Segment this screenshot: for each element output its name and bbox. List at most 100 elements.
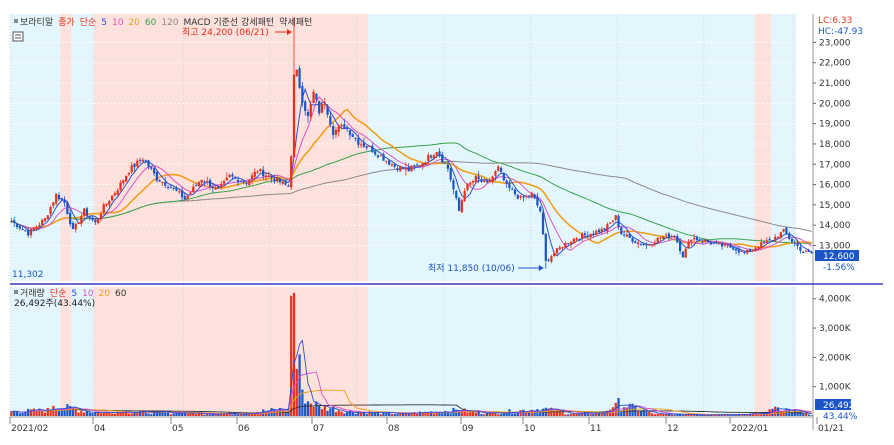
panel-menu-icon[interactable] — [12, 31, 24, 42]
volume-bar — [519, 410, 522, 416]
chart-canvas[interactable]: 13,000 14,000 15,000 16,000 17,000 18,000 19,0… — [0, 0, 894, 441]
candle-body — [673, 236, 676, 238]
candle-body — [111, 195, 114, 201]
volume-bar — [312, 406, 315, 416]
volume-legend-entry: 10 — [82, 289, 94, 299]
candle-body — [166, 187, 170, 189]
candle-body — [250, 175, 254, 180]
candle-body — [46, 215, 49, 219]
candle-body — [222, 181, 226, 184]
candle-body — [737, 249, 740, 253]
candle-body — [150, 166, 153, 169]
volume-bar — [670, 414, 673, 416]
candle-body — [488, 180, 491, 183]
candle-body — [284, 180, 287, 185]
candle-body — [695, 237, 699, 241]
candle-body — [522, 196, 525, 198]
volume-bar — [407, 413, 410, 416]
volume-pattern-band — [93, 287, 369, 416]
current-volume-pct: 43.44% — [823, 412, 858, 422]
volume-bar — [656, 413, 659, 416]
price-tick-label: 14,000 — [819, 221, 851, 231]
volume-bar — [483, 414, 486, 416]
candle-body — [480, 179, 483, 182]
volume-bar — [85, 411, 89, 416]
volume-bar — [432, 413, 436, 416]
candle-body — [13, 220, 16, 223]
candle-body — [178, 191, 181, 193]
candle-body — [77, 223, 80, 225]
time-tick-label: 11 — [590, 424, 601, 434]
candle-body — [113, 193, 117, 196]
candle-body — [595, 230, 598, 235]
candle-body — [385, 160, 388, 162]
candle-body — [343, 124, 346, 129]
candle-body — [413, 165, 416, 167]
candle-body — [505, 180, 508, 184]
candle-body — [393, 163, 396, 167]
candle-body — [802, 252, 805, 254]
volume-bar — [147, 413, 150, 416]
volume-tick-label: 2,000K — [819, 353, 852, 363]
price-legend-entry: 약세패턴 — [279, 16, 312, 28]
volume-legend-entry: 거래량 — [20, 287, 45, 299]
volume-bar — [208, 414, 212, 416]
candle-body — [586, 235, 589, 237]
high-annotation: 최고 24,200 (06/21) — [182, 27, 269, 38]
candle-body — [312, 91, 315, 103]
candle-body — [130, 165, 133, 173]
candle-body — [485, 180, 489, 183]
candle-body — [483, 180, 486, 183]
candle-body — [225, 177, 228, 181]
candle-body — [418, 165, 422, 167]
candle-body — [692, 237, 696, 240]
candle-body — [631, 237, 634, 242]
volume-tick-label: 3,000K — [819, 324, 852, 334]
candle-body — [197, 182, 200, 187]
volume-bar — [164, 412, 167, 416]
volume-bar — [804, 413, 808, 416]
candle-body — [455, 190, 458, 199]
candle-body — [611, 220, 615, 222]
candle-body — [544, 233, 547, 261]
volume-bar — [155, 410, 159, 416]
candle-body — [760, 242, 763, 249]
volume-bar — [80, 410, 83, 416]
candle-body — [525, 195, 528, 197]
candle-body — [102, 204, 105, 213]
candle-body — [94, 220, 97, 223]
volume-bar — [637, 411, 640, 416]
candle-body — [264, 175, 268, 178]
candle-body — [80, 216, 83, 224]
candle-body — [329, 115, 332, 125]
candle-body — [765, 240, 768, 244]
candle-body — [315, 93, 318, 100]
volume-bar — [320, 409, 324, 416]
candle-body — [779, 232, 782, 238]
candle-body — [32, 228, 35, 230]
candle-body — [441, 154, 444, 163]
candle-body — [678, 241, 682, 252]
candle-body — [681, 251, 685, 258]
volume-bar — [127, 413, 131, 416]
volume-bar — [807, 414, 810, 416]
candle-body — [38, 224, 41, 228]
candle-body — [513, 189, 517, 195]
candle-body — [603, 228, 606, 231]
price-legend-entry: 10 — [112, 18, 124, 28]
volume-bar — [74, 409, 77, 416]
candle-body — [799, 246, 802, 251]
price-legend-bullet — [14, 19, 18, 23]
candle-body — [147, 160, 150, 167]
candle-body — [136, 160, 139, 167]
candle-body — [653, 242, 657, 245]
price-tick-label: 15,000 — [819, 201, 851, 211]
candle-body — [676, 236, 679, 243]
candle-body — [491, 176, 494, 183]
volume-bar — [21, 412, 24, 416]
volume-legend-entry: 5 — [71, 289, 77, 299]
candle-body — [555, 248, 559, 254]
candle-body — [757, 247, 760, 249]
volume-bar — [340, 411, 343, 416]
volume-bar — [323, 404, 326, 416]
